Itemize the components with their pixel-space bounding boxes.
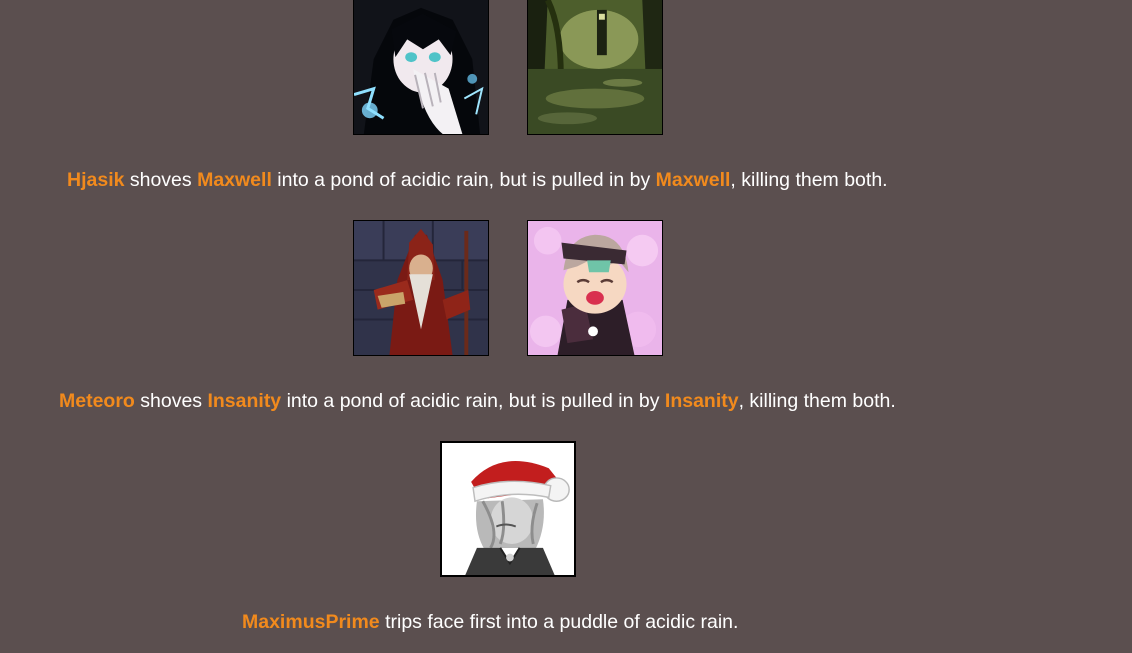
event-text-fragment: shoves (134, 390, 208, 412)
swamp-forest-tower-landscape-icon (528, 0, 662, 134)
tribute-avatar-meteoro (353, 220, 489, 356)
tribute-avatar-maxwell (527, 0, 663, 135)
event-feed: Hjasik shoves Maxwell into a pond of aci… (0, 0, 1132, 653)
gray-haired-character-santa-hat-portrait-icon (442, 443, 574, 575)
tribute-name-target: Insanity (664, 390, 739, 412)
tribute-name-actor: MaximusPrime (242, 611, 380, 633)
tribute-avatar-insanity (527, 220, 663, 356)
event-text-fragment: shoves (124, 169, 198, 191)
tribute-name-actor: Meteoro (59, 390, 135, 412)
chibi-anime-girl-pink-background-portrait-icon (528, 221, 662, 355)
event-text: Meteoro shoves Insanity into a pond of a… (59, 389, 896, 413)
event-text-fragment: , killing them both. (730, 169, 888, 191)
bearded-wizard-red-robe-portrait-icon (354, 221, 488, 355)
tribute-name-target: Maxwell (197, 169, 272, 191)
event-text-fragment: , killing them both. (738, 390, 896, 412)
tribute-name-actor: Hjasik (67, 169, 125, 191)
tribute-avatar-maximusprime (440, 441, 576, 577)
tribute-avatar-hjasik (353, 0, 489, 135)
event-text: Hjasik shoves Maxwell into a pond of aci… (67, 168, 888, 192)
dark-haired-anime-girl-portrait-icon (354, 0, 488, 134)
event-text-fragment: into a pond of acidic rain, but is pulle… (281, 390, 665, 412)
event-text: MaximusPrime trips face first into a pud… (242, 610, 738, 634)
event-text-fragment: into a pond of acidic rain, but is pulle… (271, 169, 656, 191)
tribute-name-target: Maxwell (655, 169, 731, 191)
event-text-fragment: trips face first into a puddle of acidic… (379, 611, 739, 633)
tribute-name-target: Insanity (207, 390, 282, 412)
